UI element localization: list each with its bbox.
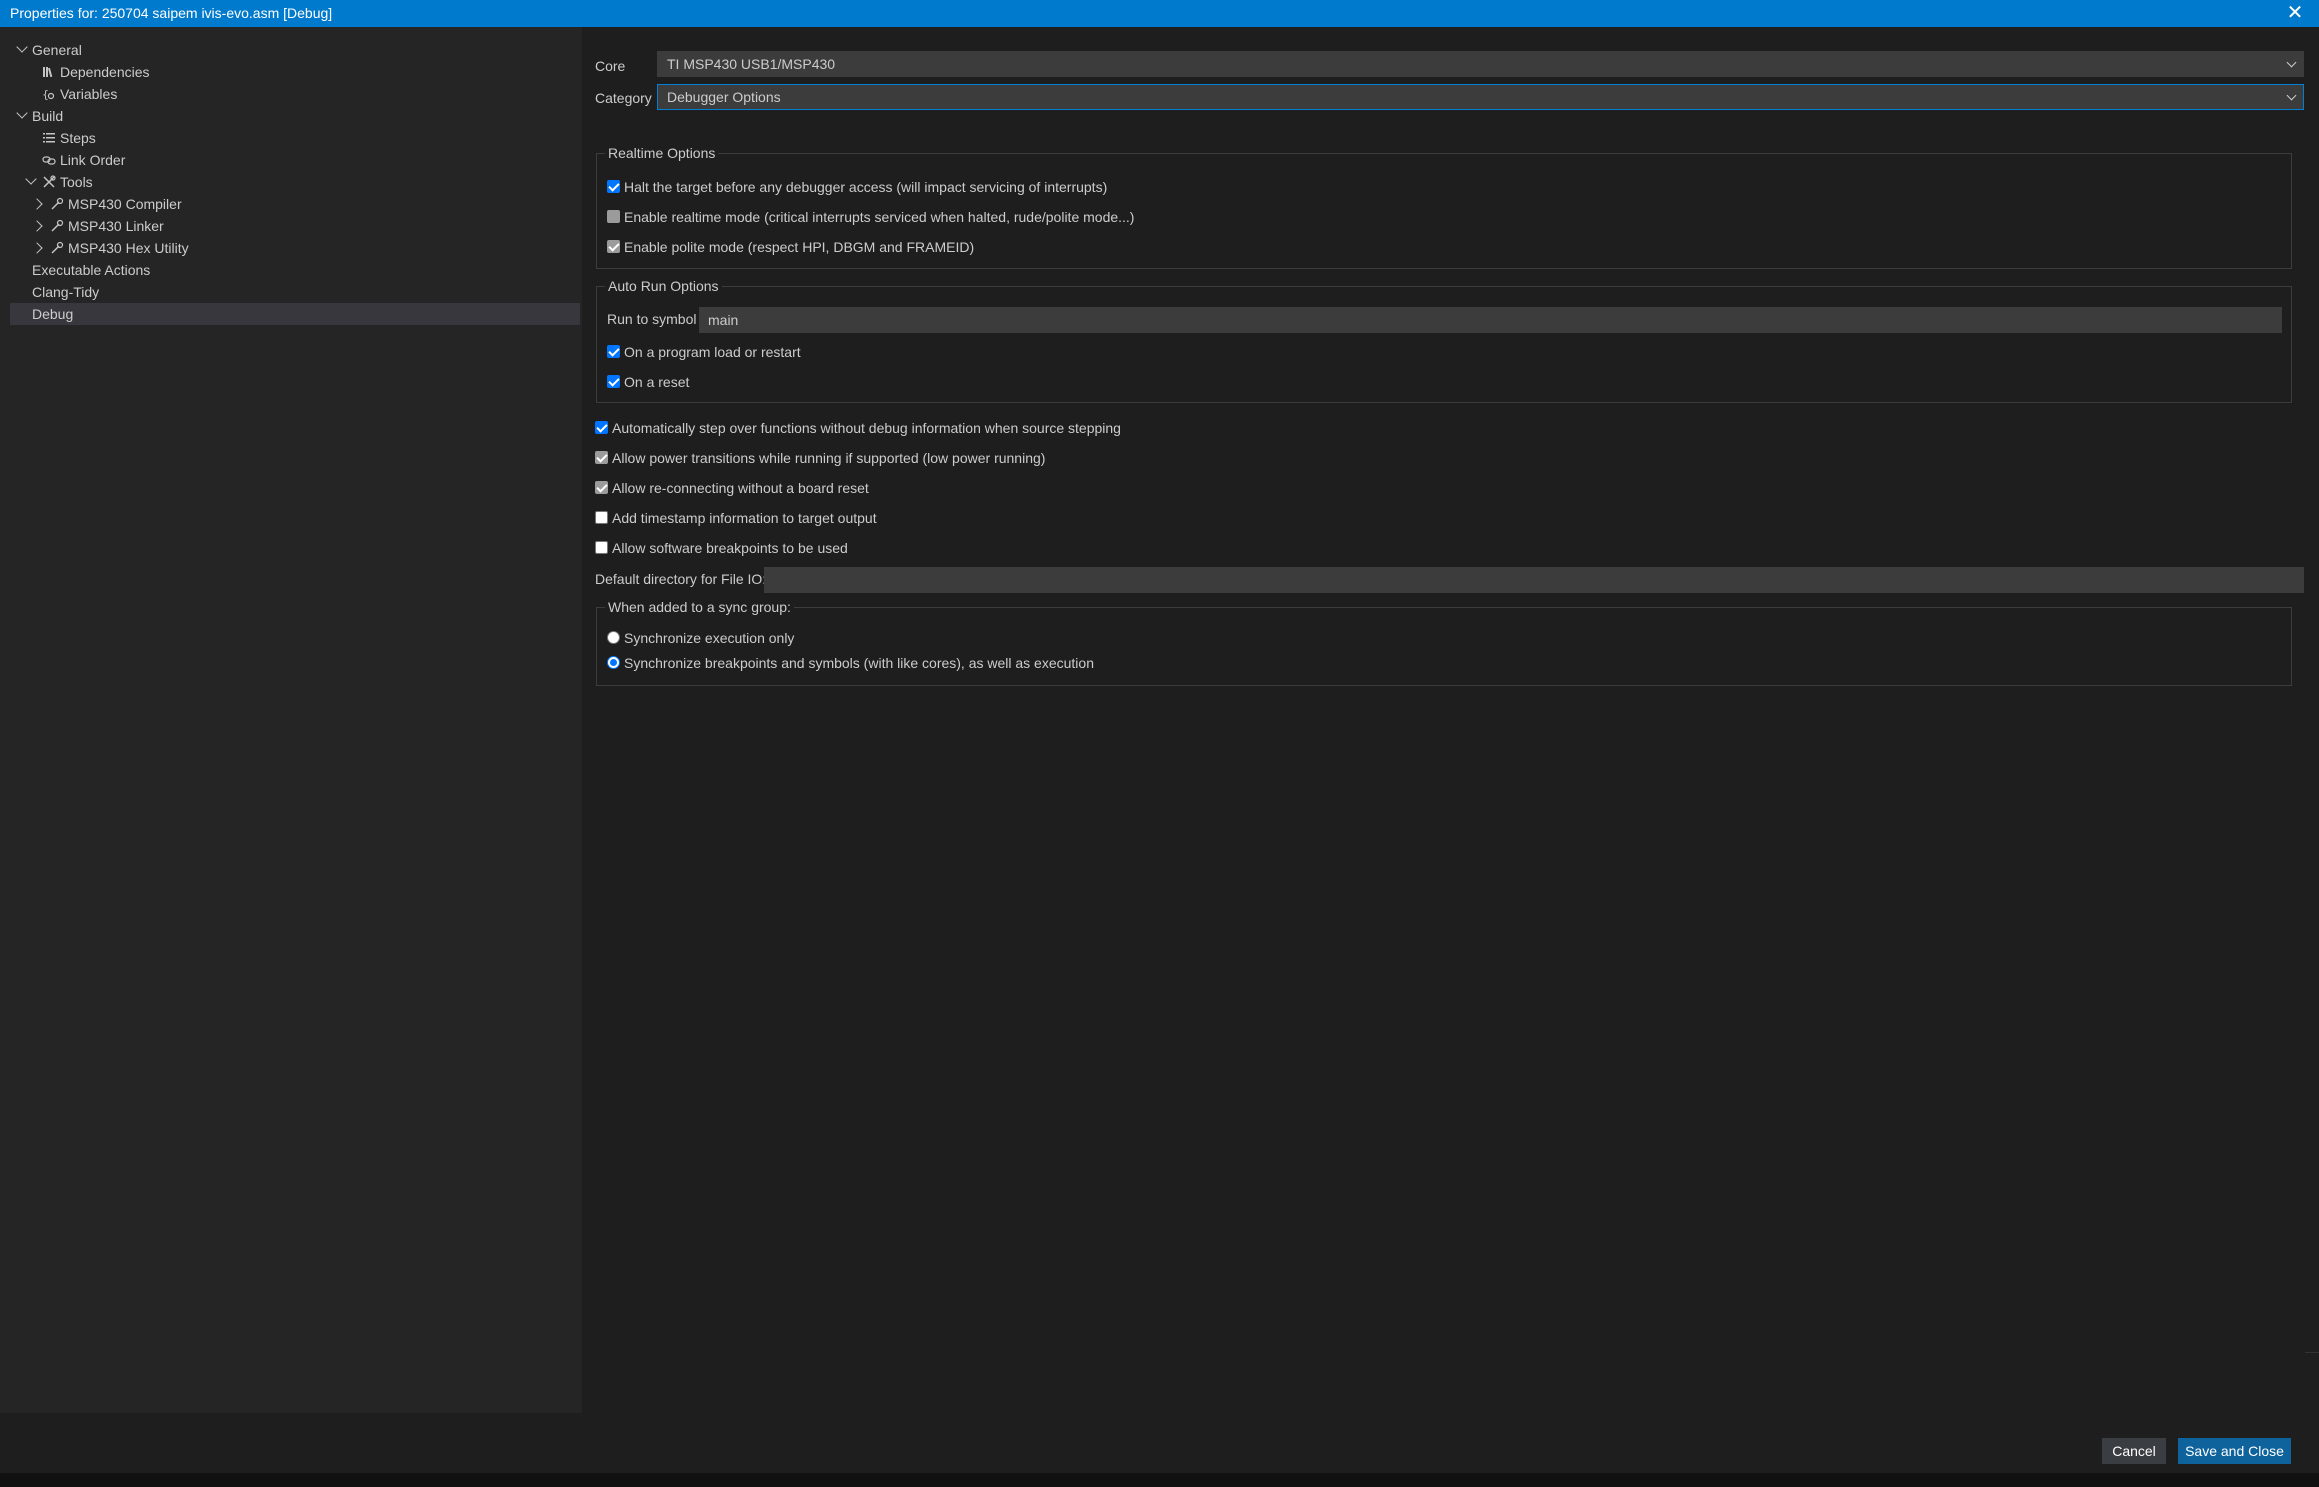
sidebar-item-link-order[interactable]: Link Order bbox=[10, 149, 580, 171]
sidebar-item-msp430-linker[interactable]: MSP430 Linker bbox=[10, 215, 580, 237]
run-to-symbol-label: Run to symbol bbox=[607, 311, 697, 327]
chevron-down-icon[interactable] bbox=[25, 173, 37, 185]
halt-target-checkbox[interactable] bbox=[607, 180, 620, 193]
cancel-button[interactable]: Cancel bbox=[2102, 1438, 2166, 1464]
timestamp-checkbox[interactable] bbox=[595, 511, 608, 524]
chevron-right-icon[interactable] bbox=[31, 220, 43, 232]
file-io-label: Default directory for File IO: bbox=[595, 571, 767, 587]
sidebar-item-label: MSP430 Linker bbox=[68, 218, 164, 234]
category-select[interactable]: Debugger Options bbox=[657, 84, 2304, 110]
svg-text:{: { bbox=[42, 88, 49, 101]
power-transitions-checkbox[interactable] bbox=[595, 451, 608, 464]
sidebar-item-label: Build bbox=[32, 108, 64, 124]
sync-breakpoints-label: Synchronize breakpoints and symbols (wit… bbox=[624, 655, 1094, 671]
sidebar-item-msp430-compiler[interactable]: MSP430 Compiler bbox=[10, 193, 580, 215]
variable-icon: { bbox=[42, 87, 56, 101]
on-program-load-checkbox[interactable] bbox=[607, 345, 620, 358]
realtime-options-legend: Realtime Options bbox=[605, 145, 719, 161]
reconnect-label: Allow re-connecting without a board rese… bbox=[612, 480, 869, 496]
sync-group bbox=[596, 607, 2292, 686]
list-icon bbox=[42, 131, 56, 145]
realtime-mode-label: Enable realtime mode (critical interrupt… bbox=[624, 209, 1135, 225]
sidebar-item-dependencies[interactable]: Dependencies bbox=[10, 61, 580, 83]
tools-icon bbox=[42, 175, 56, 189]
sidebar-item-label: Variables bbox=[60, 86, 118, 102]
sidebar-item-tools[interactable]: Tools bbox=[10, 171, 580, 193]
link-icon bbox=[42, 153, 56, 167]
polite-mode-label: Enable polite mode (respect HPI, DBGM an… bbox=[624, 239, 975, 255]
chevron-down-icon[interactable] bbox=[16, 107, 28, 119]
run-to-symbol-input[interactable]: main bbox=[699, 307, 2282, 333]
chevron-down-icon[interactable] bbox=[16, 41, 28, 53]
auto-step-label: Automatically step over functions withou… bbox=[612, 420, 1121, 436]
chevron-down-icon bbox=[2286, 90, 2297, 101]
power-transitions-label: Allow power transitions while running if… bbox=[612, 450, 1046, 466]
sidebar-item-variables[interactable]: { Variables bbox=[10, 83, 580, 105]
sidebar-item-label: Executable Actions bbox=[32, 262, 151, 278]
sync-group-legend: When added to a sync group: bbox=[605, 599, 794, 615]
sidebar-item-debug[interactable]: Debug bbox=[10, 303, 580, 325]
sync-breakpoints-radio[interactable] bbox=[607, 656, 620, 669]
sidebar-item-label: Link Order bbox=[60, 152, 126, 168]
window-titlebar: Properties for: 250704 saipem ivis-evo.a… bbox=[0, 0, 2319, 27]
auto-run-options-group bbox=[596, 286, 2292, 403]
sync-execution-only-radio[interactable] bbox=[607, 631, 620, 644]
sidebar-item-build[interactable]: Build bbox=[10, 105, 580, 127]
sidebar-item-label: MSP430 Hex Utility bbox=[68, 240, 189, 256]
auto-step-checkbox[interactable] bbox=[595, 421, 608, 434]
on-reset-label: On a reset bbox=[624, 374, 690, 390]
sidebar-item-clang-tidy[interactable]: Clang-Tidy bbox=[10, 281, 580, 303]
realtime-mode-checkbox[interactable] bbox=[607, 210, 620, 223]
chevron-right-icon[interactable] bbox=[31, 198, 43, 210]
sidebar-item-label: Tools bbox=[60, 174, 93, 190]
scrollbar-mark bbox=[2305, 1352, 2319, 1353]
software-breakpoints-label: Allow software breakpoints to be used bbox=[612, 540, 848, 556]
library-icon bbox=[42, 65, 56, 79]
wrench-icon bbox=[50, 197, 64, 211]
software-breakpoints-checkbox[interactable] bbox=[595, 541, 608, 554]
run-to-symbol-value: main bbox=[708, 312, 739, 328]
on-reset-checkbox[interactable] bbox=[607, 375, 620, 388]
sidebar-item-label: Dependencies bbox=[60, 64, 150, 80]
sidebar-item-executable-actions[interactable]: Executable Actions bbox=[10, 259, 580, 281]
sidebar-item-general[interactable]: General bbox=[10, 39, 580, 61]
wrench-icon bbox=[50, 241, 64, 255]
on-program-load-label: On a program load or restart bbox=[624, 344, 801, 360]
core-select-value: TI MSP430 USB1/MSP430 bbox=[667, 56, 836, 72]
auto-run-options-legend: Auto Run Options bbox=[605, 278, 722, 294]
chevron-down-icon bbox=[2286, 57, 2297, 68]
sidebar-tree: General Dependencies { Variables Build S… bbox=[0, 27, 582, 1413]
halt-target-label: Halt the target before any debugger acce… bbox=[624, 179, 1108, 195]
category-label: Category bbox=[595, 90, 652, 106]
window-title: Properties for: 250704 saipem ivis-evo.a… bbox=[10, 5, 333, 21]
core-label: Core bbox=[595, 58, 626, 74]
category-select-value: Debugger Options bbox=[667, 89, 781, 105]
sidebar-item-label: General bbox=[32, 42, 82, 58]
bottom-strip bbox=[0, 1473, 2319, 1487]
chevron-right-icon[interactable] bbox=[31, 242, 43, 254]
core-select[interactable]: TI MSP430 USB1/MSP430 bbox=[657, 51, 2304, 77]
sidebar-item-steps[interactable]: Steps bbox=[10, 127, 580, 149]
sidebar-item-label: Steps bbox=[60, 130, 96, 146]
save-and-close-button[interactable]: Save and Close bbox=[2178, 1438, 2291, 1464]
sidebar-item-msp430-hex-utility[interactable]: MSP430 Hex Utility bbox=[10, 237, 580, 259]
properties-panel: Core TI MSP430 USB1/MSP430 Category Debu… bbox=[583, 27, 2305, 1413]
sidebar-item-label: MSP430 Compiler bbox=[68, 196, 182, 212]
reconnect-checkbox[interactable] bbox=[595, 481, 608, 494]
timestamp-label: Add timestamp information to target outp… bbox=[612, 510, 877, 526]
sidebar-item-label: Debug bbox=[32, 306, 74, 322]
dialog-footer: Cancel Save and Close bbox=[0, 1413, 2319, 1473]
close-icon[interactable]: ✕ bbox=[2285, 0, 2305, 27]
file-io-input[interactable] bbox=[764, 567, 2304, 593]
sync-execution-only-label: Synchronize execution only bbox=[624, 630, 795, 646]
polite-mode-checkbox[interactable] bbox=[607, 240, 620, 253]
sidebar-item-label: Clang-Tidy bbox=[32, 284, 100, 300]
wrench-icon bbox=[50, 219, 64, 233]
